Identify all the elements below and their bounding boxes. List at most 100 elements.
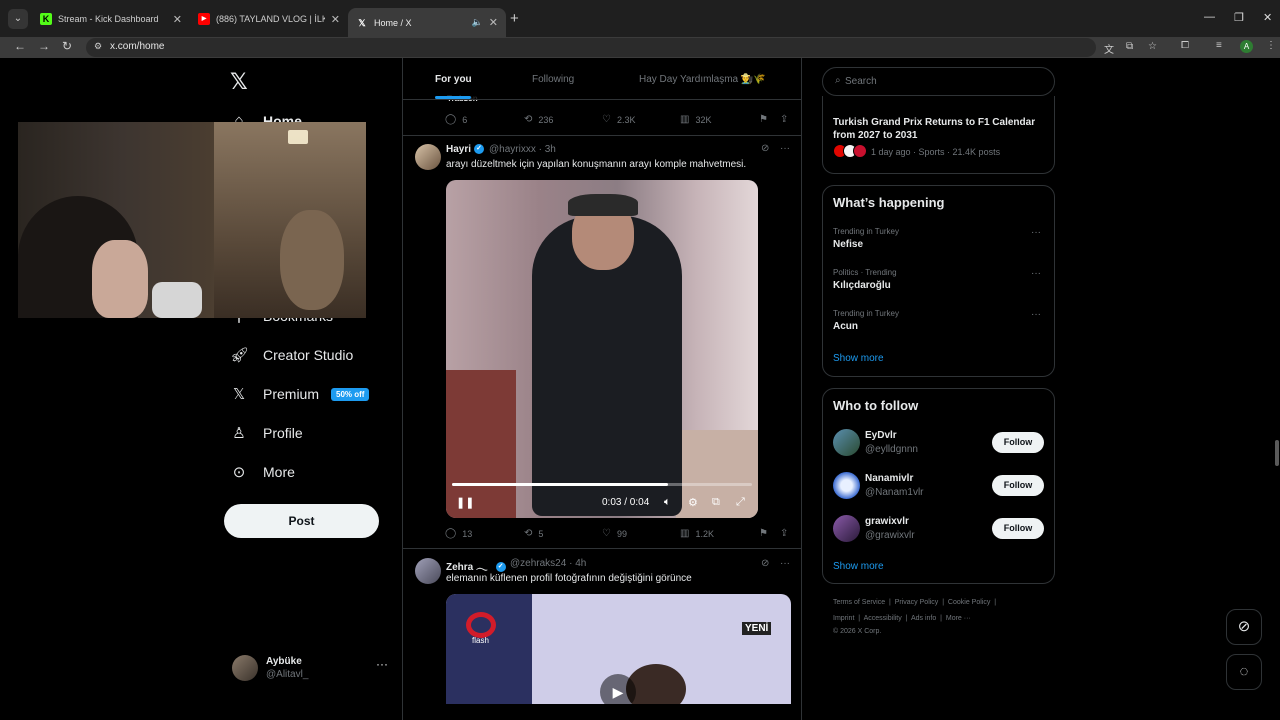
follow-user-handle[interactable]: @Nanam1vlr bbox=[865, 487, 924, 498]
extensions-icon[interactable]: ⧠ bbox=[1181, 40, 1189, 51]
nav-item-creator-studio[interactable]: 🚀︎ Creator Studio bbox=[230, 346, 353, 364]
translate-icon[interactable]: 文 bbox=[1104, 41, 1114, 56]
author-handle[interactable]: @hayrixxx bbox=[489, 144, 536, 155]
footer-link[interactable]: Ads info bbox=[911, 615, 936, 622]
like-button[interactable]: ♡ 99 bbox=[602, 528, 627, 539]
views-button[interactable]: ▥ 1.2K bbox=[680, 528, 714, 539]
tab-close-icon[interactable]: ✕ bbox=[489, 16, 498, 29]
repost-button[interactable]: ⟲ 236 bbox=[524, 114, 553, 125]
tab-hay-day[interactable]: Hay Day Yardımlaşma 👨‍🌾🌾 bbox=[639, 74, 766, 85]
profile-avatar[interactable]: A bbox=[1240, 40, 1253, 53]
tweet-video[interactable]: ❚❚ 0:03 / 0:04 🔈︎ ⚙ ⧉ ⤢ bbox=[446, 180, 758, 518]
restore-icon[interactable]: ❐ bbox=[1234, 11, 1244, 24]
tweet-time[interactable]: 4h bbox=[575, 558, 586, 569]
tab-following[interactable]: Following bbox=[532, 74, 574, 85]
fullscreen-icon[interactable]: ⤢ bbox=[736, 496, 745, 509]
like-button[interactable]: ♡ 2.3K bbox=[602, 114, 635, 125]
footer-link[interactable]: Imprint bbox=[833, 615, 854, 622]
back-icon[interactable]: ← bbox=[14, 39, 26, 53]
site-info-icon[interactable]: ⚙ bbox=[94, 41, 102, 52]
tweet-time[interactable]: 3h bbox=[545, 144, 556, 155]
tab-close-icon[interactable]: ✕ bbox=[331, 13, 340, 26]
install-app-icon[interactable]: ⧉ bbox=[1126, 41, 1133, 52]
tab-for-you[interactable]: For you bbox=[435, 74, 472, 85]
reload-icon[interactable]: ↻ bbox=[62, 39, 72, 53]
show-more-link[interactable]: Show more bbox=[833, 353, 884, 364]
follow-user-name[interactable]: Nanamivlr bbox=[865, 473, 913, 484]
more-dots-icon[interactable]: ··· bbox=[780, 558, 790, 569]
more-dots-icon[interactable]: ··· bbox=[1031, 268, 1041, 279]
tab-audio-icon[interactable]: 🔈 bbox=[472, 17, 483, 28]
views-button[interactable]: ▥ 32K bbox=[680, 114, 711, 125]
tab-search-icon[interactable]: ⌄ bbox=[8, 9, 28, 29]
tab-youtube-vlog[interactable]: ▶ (886) TAYLAND VLOG | İLK GÜN ✕ bbox=[190, 8, 348, 30]
account-switcher[interactable]: Aybüke @Alitavl_ ··· bbox=[232, 655, 392, 685]
x-logo[interactable]: 𝕏 bbox=[230, 70, 248, 95]
grok-icon[interactable]: ⊘ bbox=[761, 143, 769, 154]
nav-item-premium[interactable]: 𝕏 Premium 50% off bbox=[230, 385, 370, 403]
more-dots-icon[interactable]: ··· bbox=[376, 657, 388, 671]
volume-icon[interactable]: 🔈︎ bbox=[664, 496, 671, 509]
nav-item-more[interactable]: ⊙ More bbox=[230, 463, 295, 481]
footer-link[interactable]: Cookie Policy bbox=[948, 599, 990, 606]
messages-icon[interactable]: ◌ bbox=[1226, 654, 1262, 690]
bookmark-button[interactable]: ⚑ bbox=[759, 528, 774, 539]
avatar[interactable] bbox=[415, 144, 441, 170]
repost-button[interactable]: ⟲ 5 bbox=[524, 528, 543, 539]
url-field[interactable]: ⚙ x.com/home 文 ⧉ ☆ bbox=[86, 38, 1157, 57]
trend-name[interactable]: Acun bbox=[833, 321, 858, 332]
avatar[interactable] bbox=[415, 558, 441, 584]
reply-button[interactable]: ◯ 6 bbox=[445, 114, 467, 125]
bookmark-star-icon[interactable]: ☆ bbox=[1148, 41, 1157, 52]
news-card[interactable]: Turkish Grand Prix Returns to F1 Calenda… bbox=[822, 96, 1055, 174]
nav-item-profile[interactable]: ♙ Profile bbox=[230, 424, 302, 442]
tweet-video[interactable]: flash YENİ ▶ bbox=[446, 594, 791, 704]
follow-button[interactable]: Follow bbox=[992, 518, 1044, 539]
pause-icon[interactable]: ❚❚ bbox=[456, 496, 474, 509]
footer-link[interactable]: Accessibility bbox=[864, 615, 902, 622]
media-control-icon[interactable]: ≡ bbox=[1216, 40, 1222, 51]
tab-kick-dashboard[interactable]: K Stream - Kick Dashboard ✕ bbox=[32, 8, 190, 30]
trend-name[interactable]: Nefise bbox=[833, 239, 863, 250]
trend-name[interactable]: Kılıçdaroğlu bbox=[833, 280, 891, 291]
follow-user-handle[interactable]: @eylldgnnn bbox=[865, 444, 918, 455]
picture-in-picture-icon[interactable]: ⧉ bbox=[712, 496, 720, 509]
follow-button[interactable]: Follow bbox=[992, 475, 1044, 496]
forward-icon[interactable]: → bbox=[38, 39, 50, 53]
show-more-link[interactable]: Show more bbox=[833, 561, 884, 572]
post-button[interactable]: Post bbox=[224, 504, 379, 538]
share-button[interactable]: ⇪ bbox=[780, 114, 794, 125]
share-button[interactable]: ⇪ bbox=[780, 528, 794, 539]
more-dots-icon[interactable]: ··· bbox=[1031, 227, 1041, 238]
play-icon[interactable]: ▶ bbox=[600, 674, 636, 704]
footer-link[interactable]: More ··· bbox=[946, 615, 971, 622]
browser-menu-icon[interactable]: ⋮ bbox=[1266, 40, 1276, 51]
tab-home-x[interactable]: 𝕏 Home / X 🔈 ✕ bbox=[348, 8, 506, 37]
bookmark-button[interactable]: ⚑ bbox=[759, 114, 774, 125]
grok-icon[interactable]: ⊘ bbox=[761, 558, 769, 569]
follow-user-handle[interactable]: @grawixvlr bbox=[865, 530, 915, 541]
tab-close-icon[interactable]: ✕ bbox=[173, 13, 182, 26]
author-handle[interactable]: @zehraks24 bbox=[510, 558, 566, 569]
page-scrollbar[interactable] bbox=[1275, 440, 1279, 466]
window-close-icon[interactable]: ✕ bbox=[1263, 11, 1272, 24]
tweet-author[interactable]: Hayri ✓ bbox=[446, 144, 485, 155]
follow-user-name[interactable]: grawixvlr bbox=[865, 516, 909, 527]
more-dots-icon[interactable]: ··· bbox=[780, 143, 790, 154]
footer-link[interactable]: Terms of Service bbox=[833, 599, 885, 606]
avatar[interactable] bbox=[833, 472, 860, 499]
new-tab-icon[interactable]: + bbox=[510, 10, 519, 27]
footer-link[interactable]: Privacy Policy bbox=[895, 599, 939, 606]
reply-button[interactable]: ◯ 13 bbox=[445, 528, 472, 539]
grok-icon[interactable]: ⊘ bbox=[1226, 609, 1262, 645]
follow-user-name[interactable]: EyDvlr bbox=[865, 430, 897, 441]
video-seek-bar[interactable] bbox=[452, 483, 752, 486]
search-input[interactable]: ⌕ Search bbox=[822, 67, 1055, 96]
more-dots-icon[interactable]: ··· bbox=[1031, 309, 1041, 320]
minimize-icon[interactable]: — bbox=[1204, 11, 1215, 23]
follow-button[interactable]: Follow bbox=[992, 432, 1044, 453]
avatar[interactable] bbox=[833, 515, 860, 542]
avatar[interactable] bbox=[833, 429, 860, 456]
tweet-author[interactable]: Zehra 𓂃 ✓ bbox=[446, 558, 506, 574]
settings-gear-icon[interactable]: ⚙ bbox=[688, 496, 698, 509]
